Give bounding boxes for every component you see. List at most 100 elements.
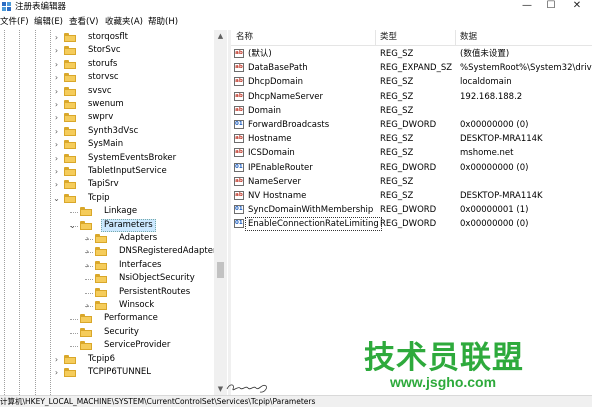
expand-chevron-icon[interactable]: › [52, 60, 61, 69]
tree-item[interactable]: ⌄ Parameters [0, 218, 214, 232]
tree-item[interactable]: › TapiSrv [0, 178, 214, 191]
column-divider[interactable] [375, 30, 376, 45]
value-name: NameServer [248, 176, 301, 187]
value-row[interactable]: 011EnableConnectionRateLimitingREG_DWORD… [231, 217, 592, 232]
binary-value-icon: 011 [234, 219, 244, 229]
value-type: REG_EXPAND_SZ [380, 63, 453, 74]
column-header-name[interactable]: 名称 [236, 32, 253, 43]
menu-edit[interactable]: 编辑(E) [34, 16, 63, 28]
menu-help[interactable]: 帮助(H) [148, 16, 178, 28]
value-row[interactable]: ab Hostname REG_SZ DESKTOP-MRA114K [231, 132, 592, 146]
value-type: REG_SZ [380, 176, 414, 187]
tree-item[interactable]: › storqosflt [0, 31, 214, 44]
expand-chevron-icon[interactable]: › [52, 368, 61, 377]
tree-item[interactable]: › Adapters [0, 232, 214, 245]
expand-chevron-icon[interactable]: › [52, 154, 61, 163]
tree-item[interactable]: ⌄ Tcpip [0, 192, 214, 205]
value-name: NV Hostname [248, 191, 307, 201]
tree-scroll-thumb[interactable] [217, 262, 224, 278]
value-row[interactable]: 011 SyncDomainWithMembership REG_DWORD 0x00… [231, 203, 592, 217]
value-type: REG_SZ [380, 134, 414, 145]
expand-chevron-icon[interactable]: › [52, 113, 61, 122]
tree-item[interactable]: › Interfaces [0, 259, 214, 272]
scroll-up-arrow-icon[interactable]: ▲ [214, 30, 227, 42]
tree-item[interactable]: › StorSvc [0, 44, 214, 57]
tree-item[interactable]: › Synth3dVsc [0, 125, 214, 138]
tree-item-label: storqosflt [88, 32, 129, 42]
string-value-icon: ab [234, 49, 244, 58]
folder-icon [64, 113, 76, 123]
maximize-button[interactable]: ☐ [538, 0, 564, 13]
expand-chevron-icon[interactable]: › [52, 355, 61, 364]
column-header-type[interactable]: 类型 [380, 32, 397, 43]
value-row[interactable]: ab NameServer REG_SZ [231, 175, 592, 189]
tree-connector [70, 346, 78, 348]
value-row[interactable]: 011 IPEnableRouter REG_DWORD 0x00000000 (0) [231, 161, 592, 175]
column-divider[interactable] [455, 30, 456, 45]
expand-chevron-icon[interactable]: › [52, 140, 61, 149]
tree-item-label: Synth3dVsc [88, 125, 139, 136]
expand-chevron-icon[interactable]: › [52, 73, 61, 82]
expand-chevron-icon[interactable]: › [52, 87, 61, 96]
collapse-chevron-icon[interactable]: ⌄ [68, 221, 77, 230]
expand-chevron-icon[interactable]: › [83, 247, 92, 256]
minimize-button[interactable]: — [514, 0, 540, 13]
value-row[interactable]: ab DataBasePath REG_EXPAND_SZ %SystemRoot%\… [231, 61, 592, 75]
tree-item-label: ServiceProvider [104, 340, 171, 351]
watermark-url: www.jsgho.com [390, 374, 497, 390]
menu-favorites[interactable]: 收藏夹(A) [105, 16, 143, 28]
value-row[interactable]: ab ICSDomain REG_SZ mshome.net [231, 146, 592, 160]
tree-item[interactable]: PersistentRoutes [0, 286, 214, 299]
tree-item[interactable]: Security [0, 326, 214, 339]
value-data: localdomain [460, 77, 512, 88]
tree-item[interactable]: › DNSRegisteredAdapters [0, 245, 221, 258]
tree-item[interactable]: › svsvc [0, 85, 214, 98]
string-value-icon: ab [234, 91, 244, 101]
expand-chevron-icon[interactable]: › [52, 180, 61, 189]
expand-chevron-icon[interactable]: › [52, 100, 61, 109]
tree-item-label: svsvc [88, 85, 112, 96]
expand-chevron-icon[interactable]: › [52, 127, 61, 136]
value-data: %SystemRoot%\System32\drivers\ [460, 63, 592, 74]
value-row[interactable]: ab DhcpDomain REG_SZ localdomain [231, 75, 592, 89]
value-name: ICSDomain [248, 148, 295, 159]
collapse-chevron-icon[interactable]: ⌄ [52, 194, 61, 203]
column-header-data[interactable]: 数据 [460, 32, 477, 43]
tree-item[interactable]: › SysMain [0, 138, 214, 151]
tree-item[interactable]: › swenum [0, 98, 214, 111]
value-type: REG_DWORD [380, 120, 437, 130]
tree-item-label: Linkage [104, 206, 138, 217]
expand-chevron-icon[interactable]: › [52, 46, 61, 55]
folder-icon [64, 73, 76, 83]
expand-chevron-icon[interactable]: › [83, 301, 92, 310]
folder-icon [64, 86, 76, 96]
value-row[interactable]: ab Domain REG_SZ [231, 104, 592, 118]
value-row[interactable]: ab (默认) REG_SZ (数值未设置) [231, 47, 592, 61]
tree-item[interactable]: › swprv [0, 111, 214, 124]
value-row[interactable]: 011 ForwardBroadcasts REG_DWORD 0x00000000 … [231, 118, 592, 132]
expand-chevron-icon[interactable]: › [83, 234, 92, 243]
tree-item[interactable]: ServiceProvider [0, 339, 214, 352]
menu-file[interactable]: 文件(F) [0, 16, 29, 28]
tree-item[interactable]: Linkage [0, 205, 214, 218]
key-tree[interactable]: › storqosflt › StorSvc › storufs › storvsc › svsv… [0, 30, 228, 395]
tree-item[interactable]: Performance [0, 312, 214, 325]
tree-item[interactable]: › Tcpip6 [0, 353, 214, 366]
tree-item[interactable]: › Winsock [0, 299, 214, 312]
tree-item[interactable]: NsiObjectSecurity [0, 272, 214, 285]
tree-item[interactable]: › SystemEventsBroker [0, 152, 214, 165]
folder-icon [80, 314, 92, 324]
value-row[interactable]: ab NV Hostname REG_SZ DESKTOP-MRA114K [231, 189, 592, 203]
value-name: DhcpDomain [248, 77, 303, 88]
value-row[interactable]: ab DhcpNameServer REG_SZ 192.168.188.2 [231, 90, 592, 104]
tree-item[interactable]: › storvsc [0, 71, 214, 84]
menu-view[interactable]: 查看(V) [69, 16, 98, 28]
expand-chevron-icon[interactable]: › [83, 261, 92, 270]
tree-item[interactable]: › TabletInputService [0, 165, 214, 178]
tree-item[interactable]: › storufs [0, 58, 214, 71]
tree-scrollbar[interactable]: ▲ ▼ [214, 30, 227, 395]
expand-chevron-icon[interactable]: › [52, 167, 61, 176]
close-button[interactable]: ✕ [564, 0, 590, 13]
tree-item[interactable]: › TCPIP6TUNNEL [0, 366, 214, 379]
expand-chevron-icon[interactable]: › [52, 33, 61, 42]
